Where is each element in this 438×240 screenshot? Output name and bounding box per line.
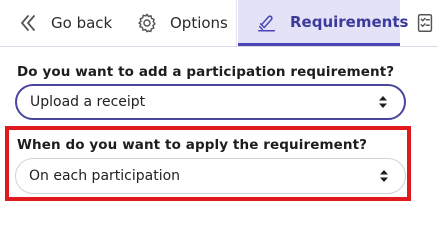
checklist-icon	[414, 12, 436, 34]
tab-bar: Go back Options Requirements	[0, 0, 438, 47]
apply-requirement-value: On each participation	[29, 168, 181, 184]
double-chevron-left-icon	[17, 12, 39, 34]
participation-requirement-select[interactable]: Upload a receipt	[15, 84, 406, 120]
up-down-arrows-icon	[374, 93, 392, 111]
tab-options-label: Options	[170, 14, 228, 32]
tab-divider	[236, 0, 237, 46]
tab-requirements[interactable]: Requirements	[238, 0, 408, 46]
requirements-panel: Go back Options Requirements Do you want…	[0, 0, 438, 211]
apply-requirement-select[interactable]: On each participation	[15, 158, 406, 194]
tab-options[interactable]: Options	[136, 0, 228, 46]
tab-go-back-label: Go back	[51, 14, 113, 32]
stamp-icon	[256, 11, 278, 33]
apply-requirement-label: When do you want to apply the requiremen…	[17, 137, 368, 153]
up-down-arrows-icon	[375, 167, 393, 185]
participation-requirement-label: Do you want to add a participation requi…	[17, 64, 395, 80]
requirements-form: Do you want to add a participation requi…	[0, 47, 438, 211]
gear-icon	[136, 12, 158, 34]
tab-more[interactable]	[412, 0, 438, 46]
tab-go-back[interactable]: Go back	[17, 0, 112, 46]
participation-requirement-value: Upload a receipt	[30, 94, 146, 110]
tab-requirements-label: Requirements	[290, 12, 409, 31]
